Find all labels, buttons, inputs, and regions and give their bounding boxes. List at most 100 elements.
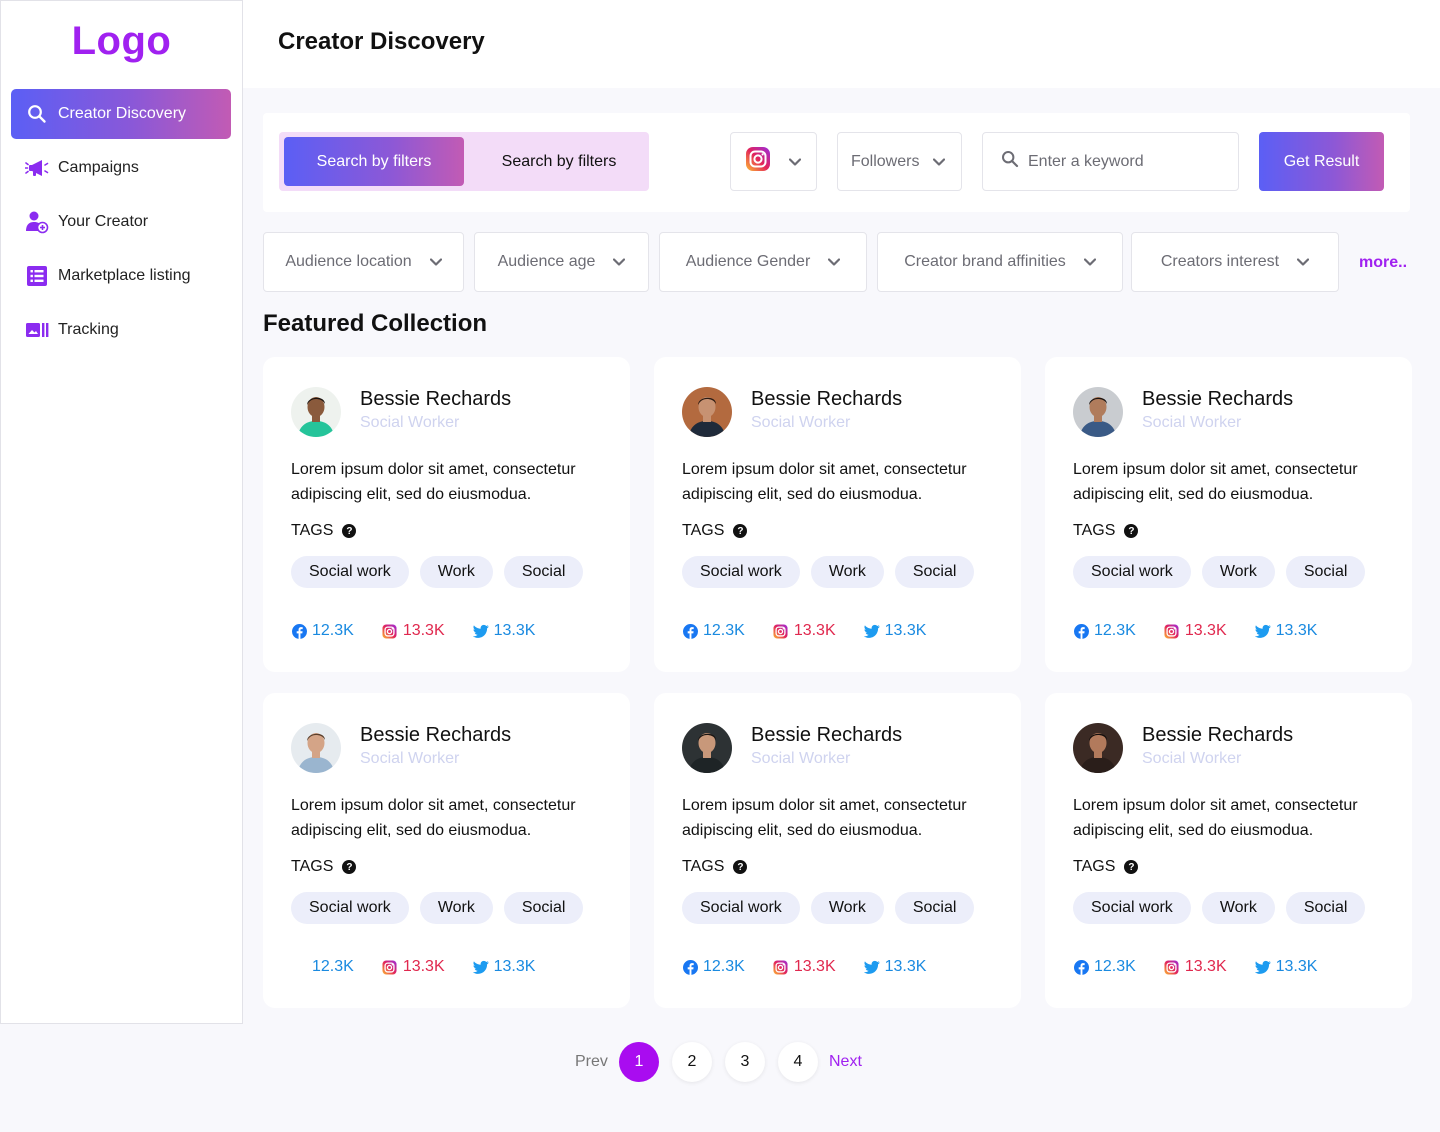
tag-chip[interactable]: Work — [810, 556, 884, 588]
tags-label: TAGS — [291, 522, 334, 539]
sidebar-item-campaigns[interactable]: Campaigns — [11, 143, 231, 193]
tag-chip[interactable]: Social work — [291, 556, 409, 588]
page-title: Creator Discovery — [278, 28, 485, 55]
pagination-page-2[interactable]: 2 — [672, 1042, 712, 1082]
instagram-stat[interactable]: 13.3K — [773, 958, 836, 976]
creator-name: Bessie Rechards — [360, 388, 512, 410]
pagination-page-4[interactable]: 4 — [778, 1042, 818, 1082]
facebook-stat[interactable]: 12.3K — [1073, 622, 1136, 640]
creator-card[interactable]: Bessie Rechards Social Worker Lorem ipsu… — [263, 357, 630, 672]
search-mode-option[interactable]: Search by filters — [469, 137, 649, 186]
help-icon[interactable]: ? — [1124, 860, 1139, 874]
avatar-image — [682, 723, 732, 773]
twitter-count: 13.3K — [1275, 958, 1318, 975]
facebook-stat[interactable]: 12.3K — [291, 622, 354, 640]
facebook-stat[interactable]: 12.3K — [1073, 958, 1136, 976]
instagram-stat[interactable]: 13.3K — [1164, 622, 1227, 640]
creator-name: Bessie Rechards — [360, 724, 512, 746]
creator-card[interactable]: Bessie Rechards Social Worker Lorem ipsu… — [1045, 357, 1412, 672]
instagram-count: 13.3K — [1184, 958, 1227, 975]
tag-chip[interactable]: Social — [1285, 892, 1366, 924]
creator-card[interactable]: Bessie Rechards Social Worker Lorem ipsu… — [654, 357, 1021, 672]
get-result-button[interactable]: Get Result — [1259, 132, 1384, 191]
sidebar-item-your-creator[interactable]: Your Creator — [11, 197, 231, 247]
avatar — [682, 387, 732, 437]
creator-card[interactable]: Bessie Rechards Social Worker Lorem ipsu… — [654, 693, 1021, 1008]
followers-select[interactable]: Followers — [837, 132, 962, 191]
tag-chip[interactable]: Work — [1201, 892, 1275, 924]
tag-chip[interactable]: Work — [810, 892, 884, 924]
list-icon — [25, 264, 49, 288]
facebook-stat[interactable]: 12.3K — [682, 958, 745, 976]
tag-chip[interactable]: Social — [894, 556, 975, 588]
tag-chip[interactable]: Social work — [1073, 556, 1191, 588]
tag-chip[interactable]: Social work — [1073, 892, 1191, 924]
pagination-page-3[interactable]: 3 — [725, 1042, 765, 1082]
avatar — [291, 723, 341, 773]
creator-description: Lorem ipsum dolor sit amet, consectetur … — [1073, 797, 1358, 839]
tag-chip[interactable]: Work — [1201, 556, 1275, 588]
keyword-input[interactable] — [1028, 152, 1228, 171]
social-stats: 12.3K 13.3K 13.3K — [682, 622, 954, 640]
platform-select[interactable] — [730, 132, 817, 191]
search-mode-option-active[interactable]: Search by filters — [284, 137, 464, 186]
twitter-stat[interactable]: 13.3K — [863, 622, 926, 640]
pagination-prev[interactable]: Prev — [575, 1053, 608, 1071]
search-mode-toggle: Search by filters Search by filters — [279, 132, 649, 191]
facebook-count: 12.3K — [1094, 622, 1136, 639]
twitter-stat[interactable]: 13.3K — [472, 958, 535, 976]
filter-label: Audience age — [497, 253, 596, 270]
twitter-stat[interactable]: 13.3K — [863, 958, 926, 976]
help-icon[interactable]: ? — [733, 524, 748, 538]
help-icon[interactable]: ? — [342, 860, 357, 874]
tag-chip[interactable]: Social work — [291, 892, 409, 924]
sidebar-item-marketplace-listing[interactable]: Marketplace listing — [11, 251, 231, 301]
filter-creator-brand-affinities[interactable]: Creator brand affinities — [877, 232, 1123, 292]
twitter-stat[interactable]: 13.3K — [1254, 622, 1317, 640]
tag-chip[interactable]: Work — [419, 892, 493, 924]
twitter-stat[interactable]: 13.3K — [1254, 958, 1318, 976]
sidebar-item-label: Campaigns — [58, 159, 139, 176]
pagination: Prev 1 2 3 4 Next — [0, 1042, 1440, 1082]
tag-chip[interactable]: Social work — [682, 892, 800, 924]
instagram-stat[interactable]: 13.3K — [382, 958, 445, 976]
filter-audience-gender[interactable]: Audience Gender — [659, 232, 867, 292]
instagram-icon — [773, 623, 789, 639]
facebook-stat[interactable]: 12.3K — [682, 622, 745, 640]
pagination-page-1[interactable]: 1 — [619, 1042, 659, 1082]
sidebar-item-creator-discovery[interactable]: Creator Discovery — [11, 89, 231, 139]
tags-header: TAGS ? — [291, 858, 357, 876]
twitter-stat[interactable]: 13.3K — [472, 622, 535, 640]
logo[interactable]: Logo — [1, 19, 242, 64]
tag-chip[interactable]: Social — [894, 892, 975, 924]
creator-card[interactable]: Bessie Rechards Social Worker Lorem ipsu… — [263, 693, 630, 1008]
help-icon[interactable]: ? — [733, 860, 748, 874]
facebook-stat[interactable]: 12.3K — [291, 958, 354, 976]
tags-label: TAGS — [1073, 522, 1116, 539]
twitter-icon — [863, 959, 880, 975]
tag-chip[interactable]: Work — [419, 556, 493, 588]
tag-chip[interactable]: Social — [503, 556, 584, 588]
tag-chip[interactable]: Social work — [682, 556, 800, 588]
filter-audience-age[interactable]: Audience age — [474, 232, 649, 292]
tags-label: TAGS — [1073, 858, 1116, 875]
filter-audience-location[interactable]: Audience location — [263, 232, 464, 292]
tag-list: Social work Work Social — [1073, 556, 1376, 588]
tag-chip[interactable]: Social — [1285, 556, 1366, 588]
help-icon[interactable]: ? — [342, 524, 357, 538]
instagram-stat[interactable]: 13.3K — [773, 622, 836, 640]
social-stats: 12.3K 13.3K 13.3K — [682, 958, 954, 976]
sidebar: Logo Creator Discovery Campaigns Your Cr… — [0, 0, 243, 1024]
filter-creators-interest[interactable]: Creators interest — [1131, 232, 1339, 292]
instagram-stat[interactable]: 13.3K — [1164, 958, 1227, 976]
instagram-count: 13.3K — [402, 958, 445, 975]
creator-card[interactable]: Bessie Rechards Social Worker Lorem ipsu… — [1045, 693, 1412, 1008]
tag-chip[interactable]: Social — [503, 892, 584, 924]
pagination-next[interactable]: Next — [829, 1053, 862, 1071]
sidebar-item-tracking[interactable]: Tracking — [11, 305, 231, 355]
more-filters-link[interactable]: more.. — [1359, 254, 1407, 272]
help-icon[interactable]: ? — [1124, 524, 1139, 538]
instagram-stat[interactable]: 13.3K — [382, 622, 445, 640]
megaphone-icon — [25, 156, 49, 180]
instagram-icon — [745, 146, 771, 177]
